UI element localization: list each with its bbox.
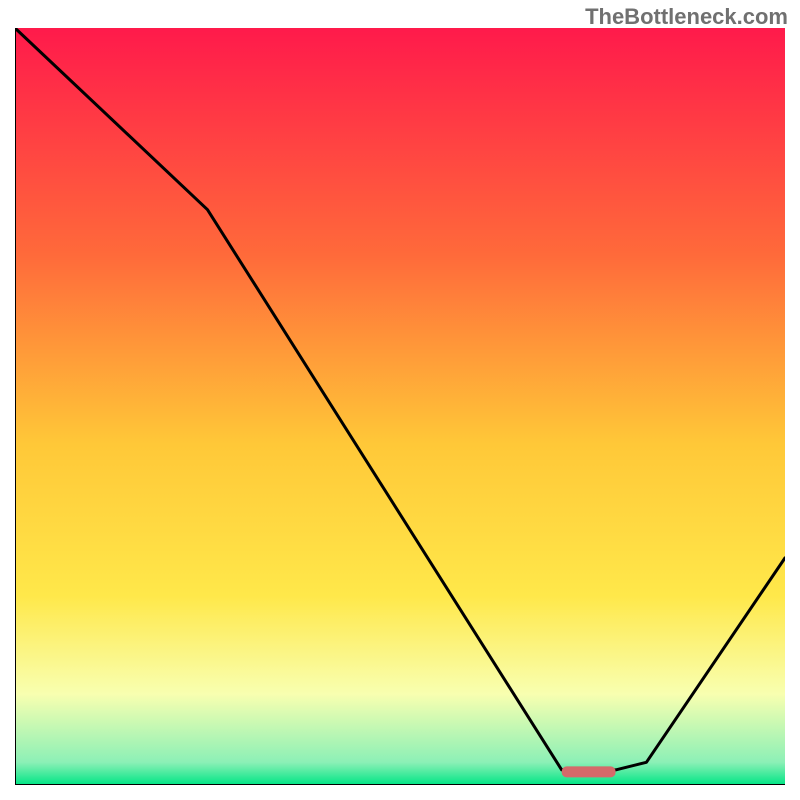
chart-area — [15, 28, 785, 785]
chart-svg — [15, 28, 785, 785]
gradient-background — [15, 28, 785, 785]
watermark-text: TheBottleneck.com — [585, 4, 788, 30]
optimal-marker — [562, 766, 616, 777]
